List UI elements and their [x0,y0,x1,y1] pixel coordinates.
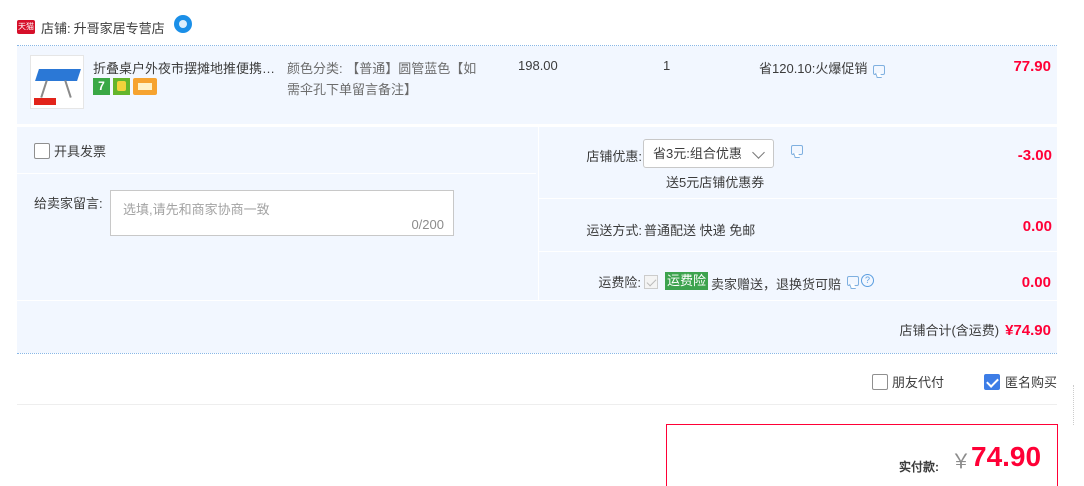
anonymous-label: 匿名购买 [1004,375,1057,390]
invoice-label: 开具发票 [54,144,107,159]
sku-label: 颜色分类: [287,61,343,76]
promotion-text: 省120.10:火爆促销 [759,61,868,76]
options-left: 开具发票 给卖家留言: 选填,请先和商家协商一致 0/200 [17,127,536,300]
tmall-badge-icon: 天猫 [17,20,35,34]
message-label: 给卖家留言: [34,196,103,211]
coupon-label: 店铺优惠: [586,149,642,164]
help-icon[interactable]: ? [861,274,874,287]
seven-day-return-icon[interactable]: 7 [93,78,110,95]
insurance-comment-icon[interactable] [847,276,859,286]
store-total: 店铺合计(含运费) ¥74.90 [899,320,1051,339]
coupon-row: 店铺优惠: 省3元:组合优惠 送5元店铺优惠券 -3.00 [539,127,1058,198]
pay-amount: 74.90 [971,441,1042,472]
shipping-value: 0.00 [1022,218,1052,235]
checkout-options: 朋友代付 匿名购买 [17,365,1057,405]
right-divider-2 [539,251,1058,252]
friend-pay-label: 朋友代付 [891,375,944,390]
pay-currency: ￥ [951,451,971,473]
chevron-down-icon [752,146,765,159]
pay-label: 实付款: [899,460,939,474]
product-thumbnail[interactable] [30,55,84,109]
friend-pay-checkbox[interactable] [871,373,888,390]
quantity: 1 [663,58,671,73]
coupon-select[interactable]: 省3元:组合优惠 [643,139,774,168]
coupon-selected: 省3元:组合优惠 [653,146,742,161]
insurance-label: 运费险: [598,275,641,290]
store-total-value: ¥74.90 [1005,322,1051,339]
sku-info: 颜色分类: 【普通】圆管蓝色【如需伞孔下单留言备注】 [287,58,487,100]
insurance-tag: 运费险 [665,272,709,290]
shop-name-link[interactable]: 升哥家居专营店 [74,18,165,37]
service-badges: 7 [93,78,157,95]
order-item-row: 折叠桌户外夜市摆摊地推便携式... 7 颜色分类: 【普通】圆管蓝色【如需伞孔下… [17,46,1057,124]
promo-comment-icon[interactable] [873,64,886,75]
product-title-link[interactable]: 折叠桌户外夜市摆摊地推便携式... [93,58,285,77]
bottom-divider [17,353,1057,354]
order-options: 开具发票 给卖家留言: 选填,请先和商家协商一致 0/200 店铺优惠: 省3元… [17,127,1058,353]
shop-label: 店铺: [41,20,71,36]
promotion: 省120.10:火爆促销 [759,58,886,77]
shipping-label: 运送方式: [586,223,642,238]
insurance-checkbox [644,275,658,289]
left-divider [17,173,536,174]
unit-price: 198.00 [518,58,558,73]
invoice-checkbox[interactable] [34,142,50,159]
total-divider [17,300,1057,301]
coupon-value: -3.00 [1017,147,1052,164]
insurance-value: 0.00 [1021,274,1051,291]
payment-summary: 实付款: ￥ 74.90 [666,424,1058,486]
wangwang-chat-icon[interactable] [173,15,192,33]
credit-card-icon[interactable] [133,78,157,95]
anonymous-checkbox[interactable] [983,373,1000,390]
coupon-comment-icon[interactable] [791,145,803,155]
message-counter: 0/200 [411,217,444,232]
item-subtotal: 77.90 [1013,58,1051,75]
invoice-option[interactable]: 开具发票 [34,141,106,160]
gift-service-icon[interactable] [113,78,130,95]
message-input[interactable]: 选填,请先和商家协商一致 0/200 [110,190,454,236]
anonymous-option[interactable]: 匿名购买 [983,372,1057,391]
shop-header: 天猫 店铺: 升哥家居专营店 [17,15,192,38]
coupon-note: 送5元店铺优惠券 [666,175,765,190]
shipping-method: 普通配送 快递 免邮 [644,223,756,238]
side-divider [1073,385,1075,425]
friend-pay-option[interactable]: 朋友代付 [871,372,944,391]
insurance-text: 卖家赠送，退换货可赔 [711,277,842,292]
options-right: 店铺优惠: 省3元:组合优惠 送5元店铺优惠券 -3.00 运送方式: 普通配送… [538,127,1058,300]
shipping-row: 运送方式: 普通配送 快递 免邮 0.00 [539,199,1058,251]
store-total-label: 店铺合计(含运费) [899,323,1000,338]
message-placeholder: 选填,请先和商家协商一致 [123,202,270,217]
